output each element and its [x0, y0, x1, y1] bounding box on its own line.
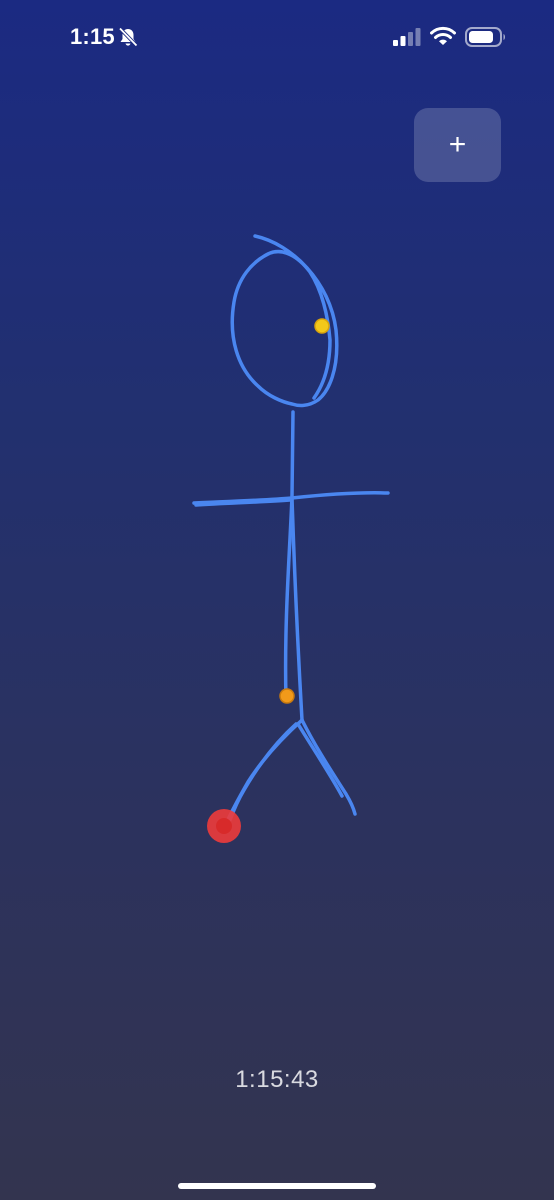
yellow-marker — [314, 318, 330, 334]
timer-label: 1:15:43 — [235, 1066, 319, 1093]
torso-stroke — [283, 410, 295, 702]
bell-slash-icon — [118, 27, 138, 47]
home-indicator[interactable] — [178, 1183, 376, 1189]
red-marker — [216, 818, 232, 834]
orange-marker — [279, 688, 295, 704]
wifi-icon — [430, 26, 456, 45]
right-leg-second-stroke — [296, 722, 344, 798]
battery-icon — [465, 27, 505, 47]
left-leg-second-stroke — [228, 722, 298, 822]
phone-screen: 1:15 + 1:15:43 — [0, 0, 554, 1200]
plus-icon: + — [448, 128, 467, 161]
torso-second-stroke — [290, 496, 304, 722]
status-bar: 1:15 — [0, 0, 554, 80]
status-time: 1:15 — [70, 24, 115, 49]
stick-figure-drawing — [192, 234, 390, 824]
right-leg-stroke — [300, 718, 357, 816]
drawing-canvas[interactable] — [0, 200, 554, 1060]
left-leg-stroke — [225, 718, 304, 824]
add-button[interactable]: + — [414, 108, 501, 182]
cellular-signal-icon — [393, 28, 421, 46]
